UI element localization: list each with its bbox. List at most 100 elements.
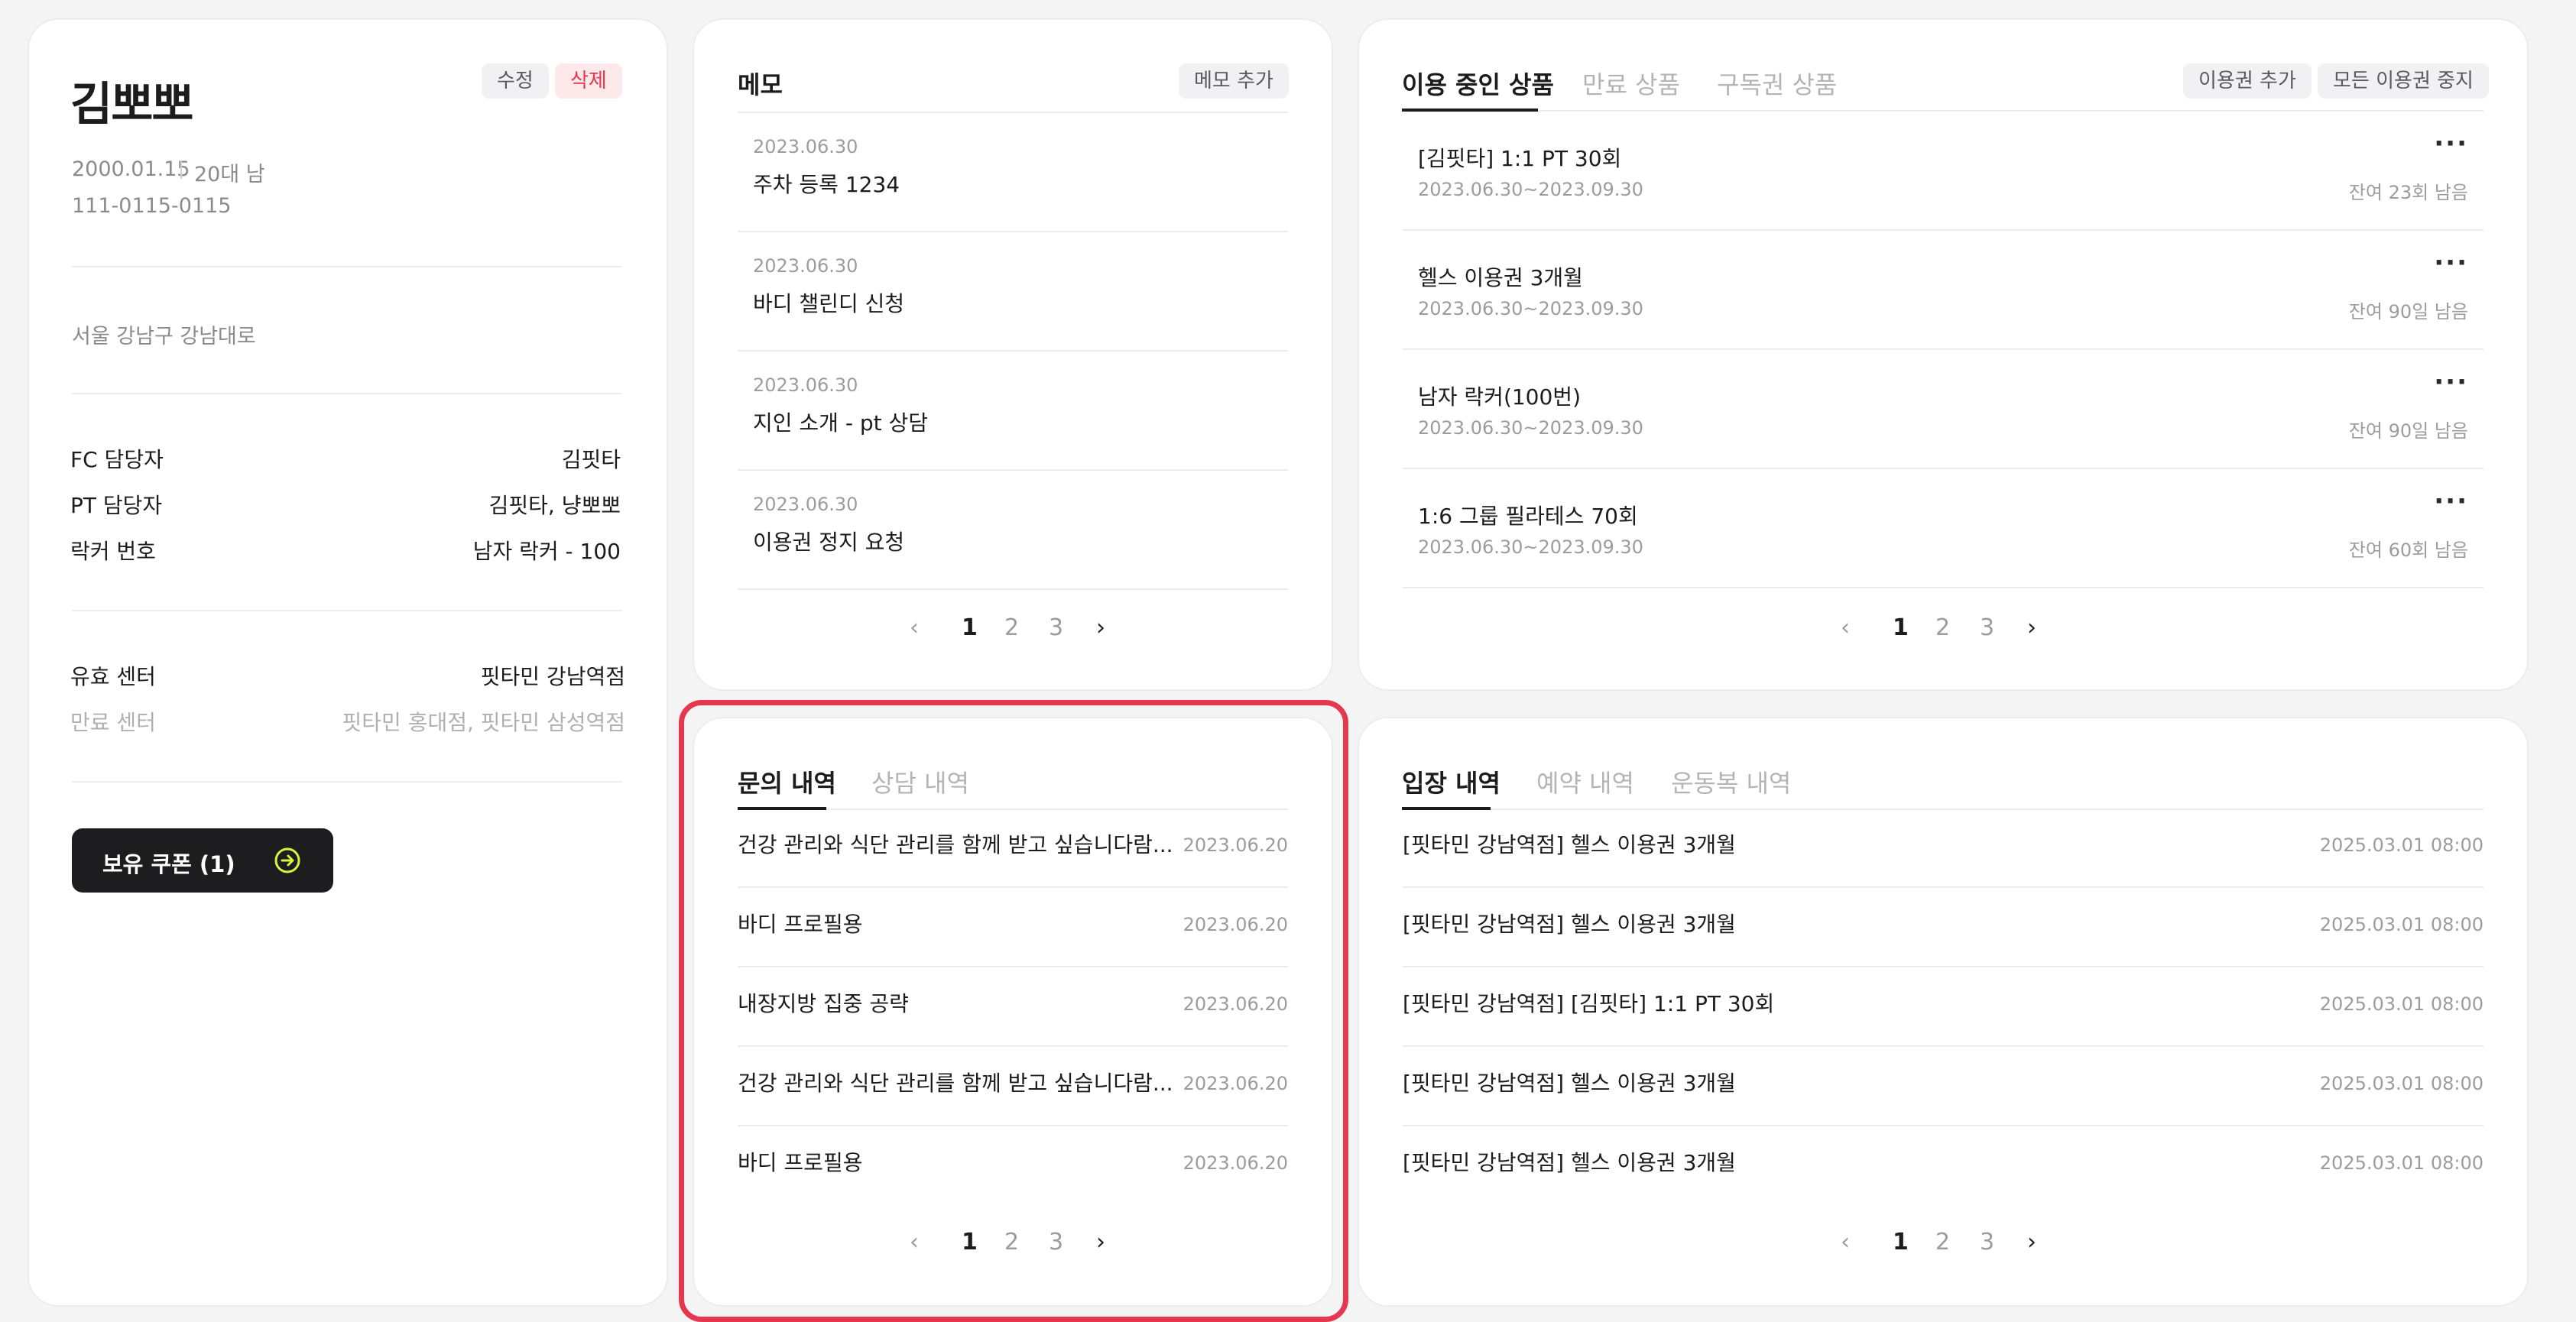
product-item[interactable]: 헬스 이용권 3개월 2023.06.30~2023.09.30 ··· 잔여 … (1403, 231, 2484, 350)
page-1[interactable]: 1 (1893, 614, 1909, 641)
more-options-icon[interactable]: ··· (2434, 486, 2468, 517)
tab-active-products[interactable]: 이용 중인 상품 (1402, 66, 1554, 101)
page-3[interactable]: 3 (1980, 1229, 1994, 1256)
product-item[interactable]: [김핏타] 1:1 PT 30회 2023.06.30~2023.09.30 ·… (1403, 112, 2484, 231)
memo-text: 바디 챌린디 신청 (753, 291, 905, 316)
inquiry-item[interactable]: 바디 프로필용 2023.06.20 (738, 1126, 1288, 1206)
entry-item[interactable]: [핏타민 강남역점] 헬스 이용권 3개월 2025.03.01 08:00 (1403, 1047, 2484, 1126)
chevron-left-icon[interactable]: ‹ (910, 614, 919, 641)
tab-sportswear-history[interactable]: 운동복 내역 (1671, 764, 1791, 799)
page-1[interactable]: 1 (962, 614, 978, 641)
tab-consultations[interactable]: 상담 내역 (871, 764, 969, 799)
page-2[interactable]: 2 (1004, 614, 1019, 641)
member-phone: 111-0115-0115 (72, 194, 232, 218)
member-name: 김뽀뽀 (70, 78, 194, 131)
product-remaining: 잔여 90일 남음 (2348, 420, 2468, 442)
locker-value: 남자 락커 - 100 (472, 539, 621, 564)
tab-reservation-history[interactable]: 예약 내역 (1536, 764, 1634, 799)
pt-manager-label: PT 담당자 (70, 493, 163, 518)
fc-manager-label: FC 담당자 (70, 447, 164, 472)
entry-datetime: 2025.03.01 08:00 (2319, 993, 2484, 1015)
more-options-icon[interactable]: ··· (2434, 128, 2468, 159)
valid-center-row: 유효 센터 핏타민 강남역점 (70, 660, 625, 691)
page-1[interactable]: 1 (1893, 1229, 1909, 1256)
page-3[interactable]: 3 (1049, 1229, 1063, 1256)
tab-expired-products[interactable]: 만료 상품 (1582, 66, 1680, 101)
memo-item[interactable]: 2023.06.30 바디 챌린디 신청 (738, 232, 1288, 352)
inquiry-date: 2023.06.20 (1183, 1073, 1288, 1094)
entry-title: [핏타민 강남역점] 헬스 이용권 3개월 (1403, 912, 1736, 937)
inquiry-title: 내장지방 집중 공략 (738, 991, 909, 1016)
chevron-right-icon[interactable]: › (2027, 1229, 2036, 1256)
coupon-button[interactable]: 보유 쿠폰 (1) (72, 828, 333, 893)
product-period: 2023.06.30~2023.09.30 (1418, 536, 1643, 558)
member-age-gender: 20대 남 (194, 163, 265, 186)
tab-inquiries[interactable]: 문의 내역 (738, 764, 836, 799)
inquiry-item[interactable]: 내장지방 집중 공략 2023.06.20 (738, 967, 1288, 1047)
divider (72, 610, 622, 611)
inquiry-item[interactable]: 바디 프로필용 2023.06.20 (738, 888, 1288, 967)
entry-title: [핏타민 강남역점] 헬스 이용권 3개월 (1403, 1150, 1736, 1175)
inquiry-title: 건강 관리와 식단 관리를 함께 받고 싶습니다람... (738, 832, 1173, 857)
product-name: [김핏타] 1:1 PT 30회 (1418, 146, 1622, 171)
memo-text: 지인 소개 - pt 상담 (753, 410, 929, 436)
arrow-circle-right-icon (274, 847, 300, 873)
page-3[interactable]: 3 (1049, 614, 1063, 641)
memo-date: 2023.06.30 (753, 494, 858, 515)
tab-subscription-products[interactable]: 구독권 상품 (1717, 66, 1837, 101)
page-2[interactable]: 2 (1935, 614, 1950, 641)
product-remaining: 잔여 23회 남음 (2348, 182, 2468, 203)
chevron-right-icon[interactable]: › (1096, 1229, 1105, 1256)
product-item[interactable]: 남자 락커(100번) 2023.06.30~2023.09.30 ··· 잔여… (1403, 350, 2484, 469)
chevron-right-icon[interactable]: › (2027, 614, 2036, 641)
inquiry-date: 2023.06.20 (1183, 914, 1288, 935)
more-options-icon[interactable]: ··· (2434, 367, 2468, 397)
product-period: 2023.06.30~2023.09.30 (1418, 298, 1643, 319)
memo-date: 2023.06.30 (753, 136, 858, 157)
stop-all-passes-button[interactable]: 모든 이용권 중지 (2318, 63, 2489, 99)
chevron-left-icon[interactable]: ‹ (1841, 614, 1850, 641)
edit-button[interactable]: 수정 (482, 63, 549, 99)
inquiry-date: 2023.06.20 (1183, 834, 1288, 856)
chevron-right-icon[interactable]: › (1096, 614, 1105, 641)
inquiry-item[interactable]: 건강 관리와 식단 관리를 함께 받고 싶습니다람... 2023.06.20 (738, 808, 1288, 888)
locker-row: 락커 번호 남자 락커 - 100 (70, 535, 621, 565)
delete-button[interactable]: 삭제 (555, 63, 622, 99)
chevron-left-icon[interactable]: ‹ (910, 1229, 919, 1256)
page-1[interactable]: 1 (962, 1229, 978, 1256)
entry-item[interactable]: [핏타민 강남역점] 헬스 이용권 3개월 2025.03.01 08:00 (1403, 1126, 2484, 1206)
inquiry-title: 바디 프로필용 (738, 912, 863, 937)
inquiries-pagination: ‹ 1 2 3 › (910, 1229, 1124, 1267)
entry-datetime: 2025.03.01 08:00 (2319, 1073, 2484, 1094)
add-memo-button[interactable]: 메모 추가 (1179, 63, 1289, 99)
inquiry-date: 2023.06.20 (1183, 1152, 1288, 1174)
product-period: 2023.06.30~2023.09.30 (1418, 179, 1643, 200)
memo-date: 2023.06.30 (753, 255, 858, 277)
entry-title: [핏타민 강남역점] 헬스 이용권 3개월 (1403, 832, 1736, 857)
tab-entry-history[interactable]: 입장 내역 (1402, 764, 1501, 799)
inquiry-title: 바디 프로필용 (738, 1150, 863, 1175)
member-birthdate: 2000.01.15 (72, 157, 190, 181)
valid-center-label: 유효 센터 (70, 664, 156, 689)
memo-title: 메모 (738, 70, 783, 99)
page-2[interactable]: 2 (1935, 1229, 1950, 1256)
member-address: 서울 강남구 강남대로 (72, 325, 256, 348)
memo-item[interactable]: 2023.06.30 지인 소개 - pt 상담 (738, 352, 1288, 471)
divider (72, 266, 622, 267)
chevron-left-icon[interactable]: ‹ (1841, 1229, 1850, 1256)
memo-item[interactable]: 2023.06.30 이용권 정지 요청 (738, 471, 1288, 590)
inquiry-item[interactable]: 건강 관리와 식단 관리를 함께 받고 싶습니다람... 2023.06.20 (738, 1047, 1288, 1126)
divider (72, 393, 622, 394)
memo-item[interactable]: 2023.06.30 주차 등록 1234 (738, 113, 1288, 232)
more-options-icon[interactable]: ··· (2434, 248, 2468, 278)
page-2[interactable]: 2 (1004, 1229, 1019, 1256)
page-3[interactable]: 3 (1980, 614, 1994, 641)
entry-datetime: 2025.03.01 08:00 (2319, 914, 2484, 935)
pt-manager-row: PT 담당자 김핏타, 냥뽀뽀 (70, 489, 621, 520)
entry-item[interactable]: [핏타민 강남역점] 헬스 이용권 3개월 2025.03.01 08:00 (1403, 808, 2484, 888)
entry-title: [핏타민 강남역점] [김핏타] 1:1 PT 30회 (1403, 991, 1775, 1016)
entry-item[interactable]: [핏타민 강남역점] 헬스 이용권 3개월 2025.03.01 08:00 (1403, 888, 2484, 967)
entry-item[interactable]: [핏타민 강남역점] [김핏타] 1:1 PT 30회 2025.03.01 0… (1403, 967, 2484, 1047)
add-pass-button[interactable]: 이용권 추가 (2183, 63, 2312, 99)
product-item[interactable]: 1:6 그룹 필라테스 70회 2023.06.30~2023.09.30 ··… (1403, 469, 2484, 588)
